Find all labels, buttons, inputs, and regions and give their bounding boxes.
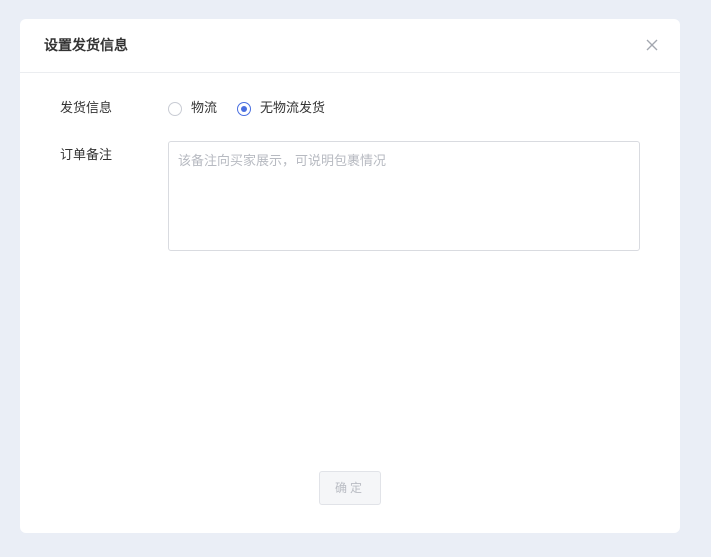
shipping-method-radio-group: 物流 无物流发货: [168, 99, 345, 119]
order-remark-label: 订单备注: [60, 148, 113, 163]
close-icon: [646, 39, 658, 51]
close-button[interactable]: [642, 35, 662, 55]
radio-circle-no-logistics[interactable]: [237, 102, 252, 116]
radio-selected-dot: [241, 106, 248, 112]
confirm-button[interactable]: 确定: [319, 471, 381, 505]
radio-label-no-logistics: 无物流发货: [260, 101, 326, 116]
order-remark-textarea[interactable]: [168, 141, 640, 251]
shipping-info-label: 发货信息: [60, 101, 113, 116]
shipping-info-dialog: 设置发货信息 发货信息 物流 无物流发货 订单备注 确定: [20, 19, 680, 533]
dialog-header: 设置发货信息: [20, 19, 680, 73]
radio-option-no-logistics[interactable]: 无物流发货: [237, 100, 325, 118]
radio-option-logistics[interactable]: 物流: [168, 100, 217, 118]
radio-circle-logistics[interactable]: [168, 102, 182, 116]
radio-label-logistics: 物流: [191, 101, 218, 116]
dialog-title: 设置发货信息: [44, 38, 128, 54]
